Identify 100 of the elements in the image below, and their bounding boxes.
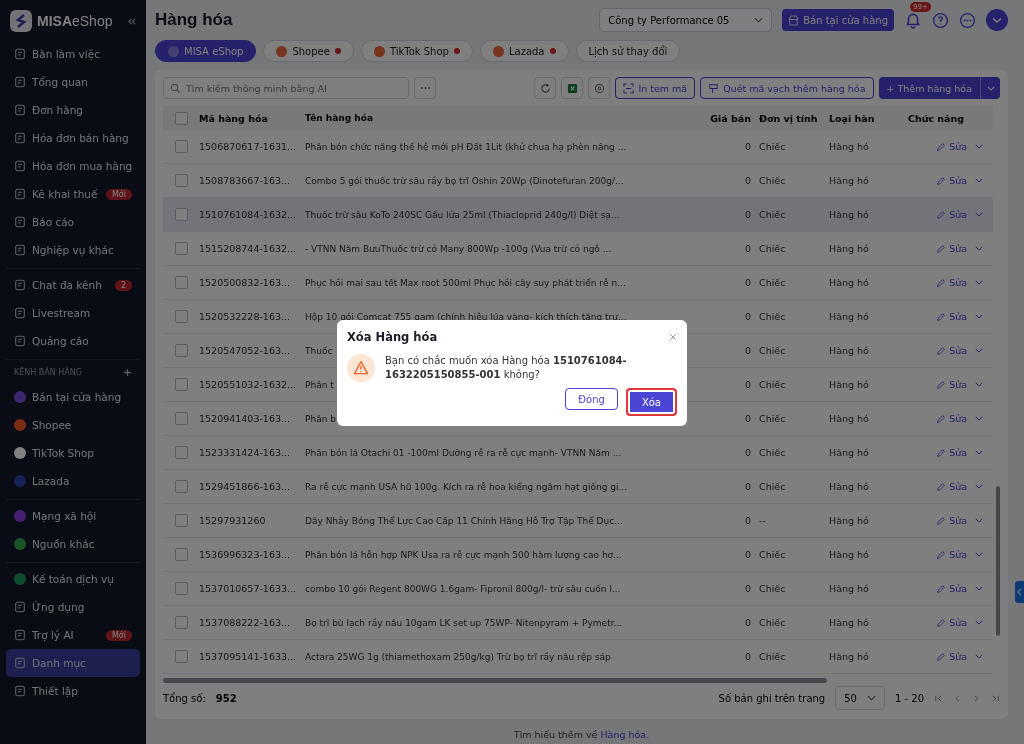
print-label-button[interactable]: In tem mã [615, 77, 696, 99]
row-checkbox[interactable] [174, 140, 188, 153]
edit-link[interactable]: Sửa [936, 141, 967, 152]
edit-link[interactable]: Sửa [936, 413, 967, 424]
sidebar-item[interactable]: Ứng dụng [6, 593, 140, 621]
row-checkbox[interactable] [174, 548, 188, 561]
sidebar-item[interactable]: Shopee [6, 411, 140, 439]
edit-link[interactable]: Sửa [936, 481, 967, 492]
chevron-down-icon[interactable] [975, 586, 983, 591]
channel-tab[interactable]: Lịch sử thay đổi [575, 40, 681, 62]
bell-icon[interactable] [904, 11, 922, 29]
chevron-down-icon[interactable] [975, 178, 983, 183]
vertical-scrollbar[interactable] [996, 486, 1000, 636]
close-icon[interactable] [669, 333, 677, 341]
row-checkbox[interactable] [174, 412, 188, 425]
add-product-button[interactable]: + Thêm hàng hóa [878, 77, 980, 99]
sidebar-item[interactable]: Nghiệp vụ khác [6, 236, 140, 264]
side-panel-toggle[interactable] [1015, 581, 1024, 603]
delete-button[interactable]: Xóa [625, 388, 677, 416]
previous-page-icon[interactable] [953, 693, 962, 703]
chevron-down-icon[interactable] [975, 484, 983, 489]
chevron-down-icon[interactable] [975, 280, 983, 285]
row-checkbox[interactable] [174, 446, 188, 459]
help-link[interactable]: Hàng hóa. [600, 729, 650, 740]
collapse-icon[interactable] [127, 16, 136, 26]
sidebar-item[interactable]: Báo cáo [6, 208, 140, 236]
chevron-down-icon[interactable] [975, 518, 983, 523]
edit-link[interactable]: Sửa [936, 243, 967, 254]
chevron-down-icon[interactable] [975, 552, 983, 557]
edit-link[interactable]: Sửa [936, 209, 967, 220]
channel-tab[interactable]: Lazada [479, 40, 569, 62]
account-menu-icon[interactable] [986, 9, 1008, 31]
sidebar-item[interactable]: Kế toán dịch vụ [6, 565, 140, 593]
more-options-button[interactable] [414, 77, 436, 99]
chevron-down-icon[interactable] [975, 314, 983, 319]
sidebar-item[interactable]: Quảng cáo [6, 327, 140, 355]
sidebar-item[interactable]: Đơn hàng [6, 96, 140, 124]
chevron-down-icon[interactable] [975, 654, 983, 659]
edit-link[interactable]: Sửa [936, 175, 967, 186]
plus-icon[interactable] [123, 368, 132, 377]
scan-barcode-button[interactable]: Quét mã vạch thêm hàng hóa [700, 77, 874, 99]
chevron-down-icon[interactable] [975, 348, 983, 353]
edit-link[interactable]: Sửa [936, 345, 967, 356]
sidebar-item[interactable]: Nguồn khác [6, 530, 140, 558]
close-button[interactable]: Đóng [565, 388, 618, 410]
edit-link[interactable]: Sửa [936, 515, 967, 526]
row-checkbox[interactable] [174, 514, 188, 527]
sidebar-item[interactable]: Chat đa kênh 2 [6, 271, 140, 299]
channel-tab[interactable]: Shopee [263, 40, 354, 62]
edit-link[interactable]: Sửa [936, 617, 967, 628]
sidebar-item[interactable]: Bán tại cửa hàng [6, 383, 140, 411]
edit-link[interactable]: Sửa [936, 277, 967, 288]
chevron-down-icon[interactable] [975, 416, 983, 421]
chevron-down-icon[interactable] [975, 620, 983, 625]
horizontal-scrollbar[interactable] [163, 678, 827, 683]
chevron-down-icon[interactable] [975, 450, 983, 455]
row-checkbox[interactable] [174, 276, 188, 289]
sidebar-item[interactable]: TikTok Shop [6, 439, 140, 467]
sidebar-item[interactable]: Danh mục [6, 649, 140, 677]
first-page-icon[interactable] [934, 693, 943, 703]
search-field[interactable]: Tìm kiếm thông minh bằng AI [163, 77, 409, 99]
row-checkbox[interactable] [174, 344, 188, 357]
row-checkbox[interactable] [174, 480, 188, 493]
row-checkbox[interactable] [174, 310, 188, 323]
edit-link[interactable]: Sửa [936, 549, 967, 560]
row-checkbox[interactable] [174, 174, 188, 187]
more-icon[interactable] [959, 11, 976, 29]
store-button[interactable]: Bán tại cửa hàng [782, 9, 894, 31]
edit-link[interactable]: Sửa [936, 311, 967, 322]
row-checkbox[interactable] [174, 650, 188, 663]
edit-link[interactable]: Sửa [936, 583, 967, 594]
company-select[interactable]: Công ty Performance 05 [599, 8, 773, 32]
edit-link[interactable]: Sửa [936, 447, 967, 458]
next-page-icon[interactable] [972, 693, 981, 703]
row-checkbox[interactable] [174, 582, 188, 595]
edit-link[interactable]: Sửa [936, 651, 967, 662]
sidebar-item[interactable]: Lazada [6, 467, 140, 495]
sidebar-item[interactable]: Hóa đơn bán hàng [6, 124, 140, 152]
sidebar-item[interactable]: Thiết lập [6, 677, 140, 705]
channel-tab[interactable]: TikTok Shop [360, 40, 473, 62]
sidebar-item[interactable]: Trợ lý AI Mới [6, 621, 140, 649]
row-checkbox[interactable] [174, 242, 188, 255]
chevron-down-icon[interactable] [975, 382, 983, 387]
page-size-select[interactable]: 50 [835, 686, 885, 710]
sidebar-item[interactable]: Bàn làm việc [6, 40, 140, 68]
chevron-down-icon[interactable] [975, 246, 983, 251]
chevron-down-icon[interactable] [975, 144, 983, 149]
settings-button[interactable] [588, 77, 611, 99]
select-all-checkbox[interactable] [174, 111, 188, 125]
sidebar-item[interactable]: Tổng quan [6, 68, 140, 96]
sidebar-item[interactable]: Hóa đơn mua hàng [6, 152, 140, 180]
sidebar-item[interactable]: Livestream [6, 299, 140, 327]
sidebar-item[interactable]: Kê khai thuế Mới [6, 180, 140, 208]
help-icon[interactable] [932, 11, 949, 29]
chevron-down-icon[interactable] [975, 212, 983, 217]
row-checkbox[interactable] [174, 208, 188, 221]
excel-export-button[interactable] [561, 77, 584, 99]
sidebar-item[interactable]: Mạng xã hội [6, 502, 140, 530]
row-checkbox[interactable] [174, 378, 188, 391]
row-checkbox[interactable] [174, 616, 188, 629]
